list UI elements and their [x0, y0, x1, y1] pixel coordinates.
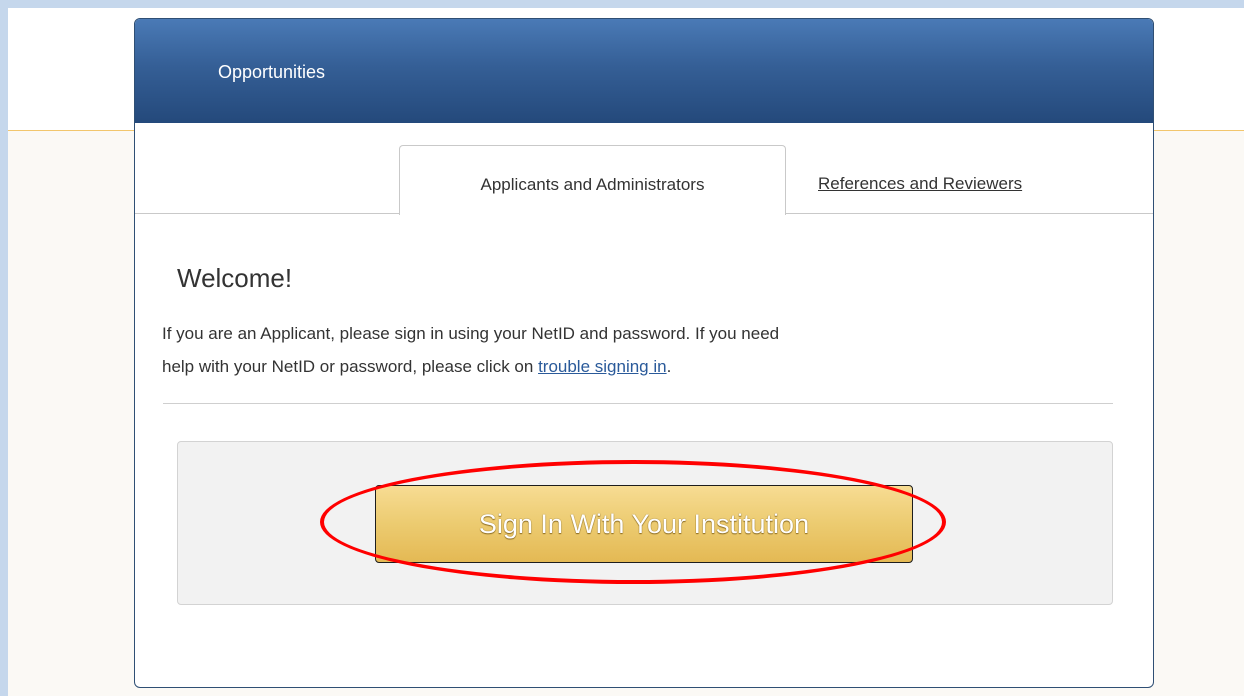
tab-applicants-and-administrators[interactable]: Applicants and Administrators	[399, 145, 786, 215]
tab-references-and-reviewers[interactable]: References and Reviewers	[818, 174, 1022, 194]
intro-line-2-prefix: help with your NetID or password, please…	[162, 357, 539, 376]
trouble-signing-in-link[interactable]: trouble signing in	[538, 357, 667, 376]
login-panel: Opportunities Applicants and Administrat…	[134, 18, 1154, 688]
intro-line-1: If you are an Applicant, please sign in …	[162, 324, 780, 343]
signin-well: Sign In With Your Institution	[177, 441, 1113, 605]
header-title: Opportunities	[218, 62, 326, 82]
intro-text: If you are an Applicant, please sign in …	[162, 317, 1122, 383]
welcome-heading: Welcome!	[177, 263, 293, 293]
intro-line-2-suffix: .	[666, 357, 672, 376]
panel-header: Opportunities	[135, 19, 1153, 123]
divider	[163, 403, 1113, 404]
sign-in-with-institution-button[interactable]: Sign In With Your Institution	[375, 485, 913, 563]
